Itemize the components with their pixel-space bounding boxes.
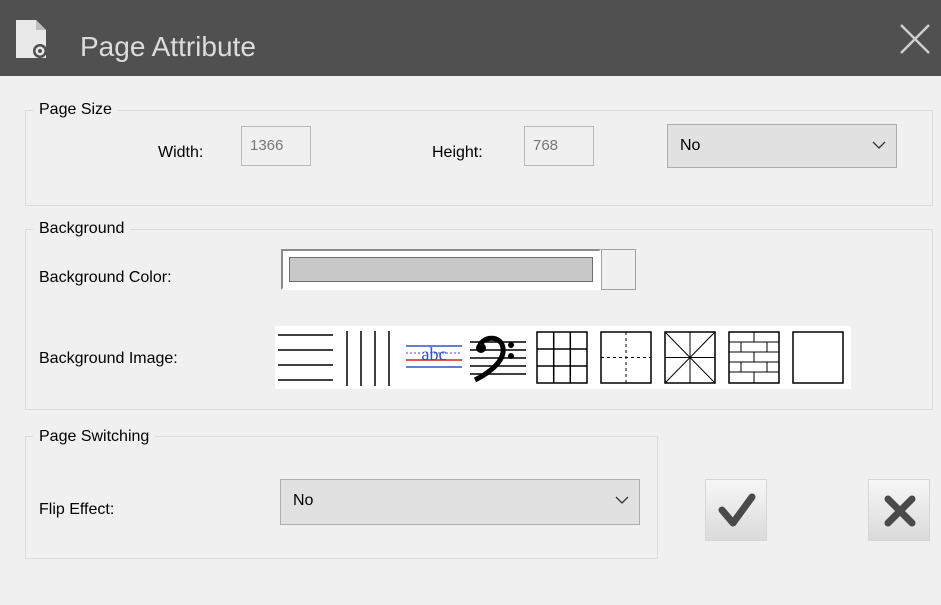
page-size-preset-value: No [680, 137, 701, 154]
title-bar: Page Attribute [0, 0, 941, 76]
blank-icon[interactable] [787, 326, 849, 389]
brick-grid-icon[interactable] [723, 326, 785, 389]
height-field[interactable]: 768 [524, 126, 594, 166]
width-label: Width: [158, 144, 204, 161]
page-size-preset-select[interactable]: No [667, 124, 897, 168]
page-size-legend: Page Size [33, 101, 118, 119]
color-swatch [289, 257, 593, 282]
dialog-title: Page Attribute [80, 31, 256, 62]
abc-ruled-lines-icon[interactable]: abc [403, 326, 465, 389]
dashed-cross-icon[interactable] [595, 326, 657, 389]
chevron-down-icon [872, 141, 886, 149]
bass-clef-staff-icon[interactable] [467, 326, 529, 389]
width-field[interactable]: 1366 [241, 126, 311, 166]
color-preview[interactable] [281, 249, 601, 290]
abc-sample-text: abc [422, 344, 447, 364]
flip-effect-label: Flip Effect: [39, 501, 115, 518]
page-settings-icon [16, 20, 47, 58]
height-label: Height: [432, 144, 483, 161]
grid-icon[interactable] [531, 326, 593, 389]
background-image-label: Background Image: [39, 350, 178, 367]
background-color-picker[interactable] [281, 249, 636, 290]
flip-effect-value: No [293, 492, 314, 509]
horizontal-lines-icon[interactable] [275, 326, 337, 389]
page-switching-legend: Page Switching [33, 428, 156, 446]
checkmark-icon [718, 493, 756, 527]
background-color-label: Background Color: [39, 269, 172, 286]
x-icon [884, 495, 916, 527]
color-dropdown-button[interactable] [601, 249, 636, 290]
flip-effect-select[interactable]: No [280, 479, 640, 525]
confirm-button[interactable] [705, 479, 767, 541]
background-image-options: abc [275, 326, 851, 389]
cancel-button[interactable] [868, 479, 930, 541]
close-icon[interactable] [898, 22, 932, 56]
vertical-lines-icon[interactable] [339, 326, 401, 389]
background-legend: Background [33, 220, 131, 238]
chevron-down-icon [615, 496, 629, 504]
star-grid-icon[interactable] [659, 326, 721, 389]
